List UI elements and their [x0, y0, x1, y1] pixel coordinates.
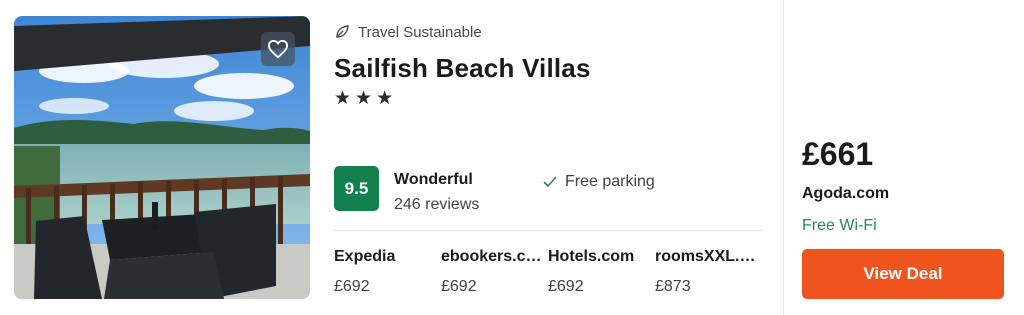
provider-name: ebookers.com [441, 248, 546, 265]
provider-name: Hotels.com [548, 248, 635, 265]
provider-name: Expedia [334, 248, 396, 265]
provider-name: roomsXXL.com [655, 248, 760, 265]
provider-price-list: Expedia £692 ebookers.com £692 Hotels.co… [334, 248, 762, 298]
provider-expedia[interactable]: Expedia £692 [334, 248, 439, 296]
deal-divider [783, 0, 784, 315]
check-icon [543, 176, 557, 188]
hotel-details: Travel Sustainable Sailfish Beach Villas… [334, 16, 762, 299]
view-deal-button[interactable]: View Deal [802, 249, 1004, 299]
amenity-free-parking: Free parking [543, 173, 655, 191]
deal-price: £661 [802, 136, 874, 172]
review-count[interactable]: 246 reviews [394, 196, 479, 214]
provider-hotels-com[interactable]: Hotels.com £692 [548, 248, 653, 296]
provider-price: £692 [334, 278, 370, 295]
heart-icon [267, 39, 289, 59]
hotel-name[interactable]: Sailfish Beach Villas [334, 53, 591, 84]
review-score-badge: 9.5 [334, 166, 379, 211]
deal-amenity: Free Wi-Fi [802, 217, 877, 234]
favorite-button[interactable] [261, 32, 295, 66]
divider [334, 230, 762, 231]
leaf-icon [336, 25, 349, 38]
deal-provider: Agoda.com [802, 185, 890, 202]
provider-price: £692 [441, 278, 477, 295]
hotel-result-card: Travel Sustainable Sailfish Beach Villas… [0, 0, 1024, 315]
sustainability-text: Travel Sustainable [358, 23, 482, 41]
provider-price: £873 [655, 278, 691, 295]
provider-roomsxxl[interactable]: roomsXXL.com £873 [655, 248, 760, 296]
amenity-text: Free parking [565, 173, 655, 190]
star-rating: ★★★ [334, 88, 398, 109]
provider-price: £692 [548, 278, 584, 295]
best-deal-panel: £661 Agoda.com Free Wi-Fi View Deal [802, 0, 1004, 315]
provider-ebookers[interactable]: ebookers.com £692 [441, 248, 546, 296]
travel-sustainable-label: Travel Sustainable [334, 22, 482, 42]
rating-label: Wonderful [394, 171, 473, 188]
